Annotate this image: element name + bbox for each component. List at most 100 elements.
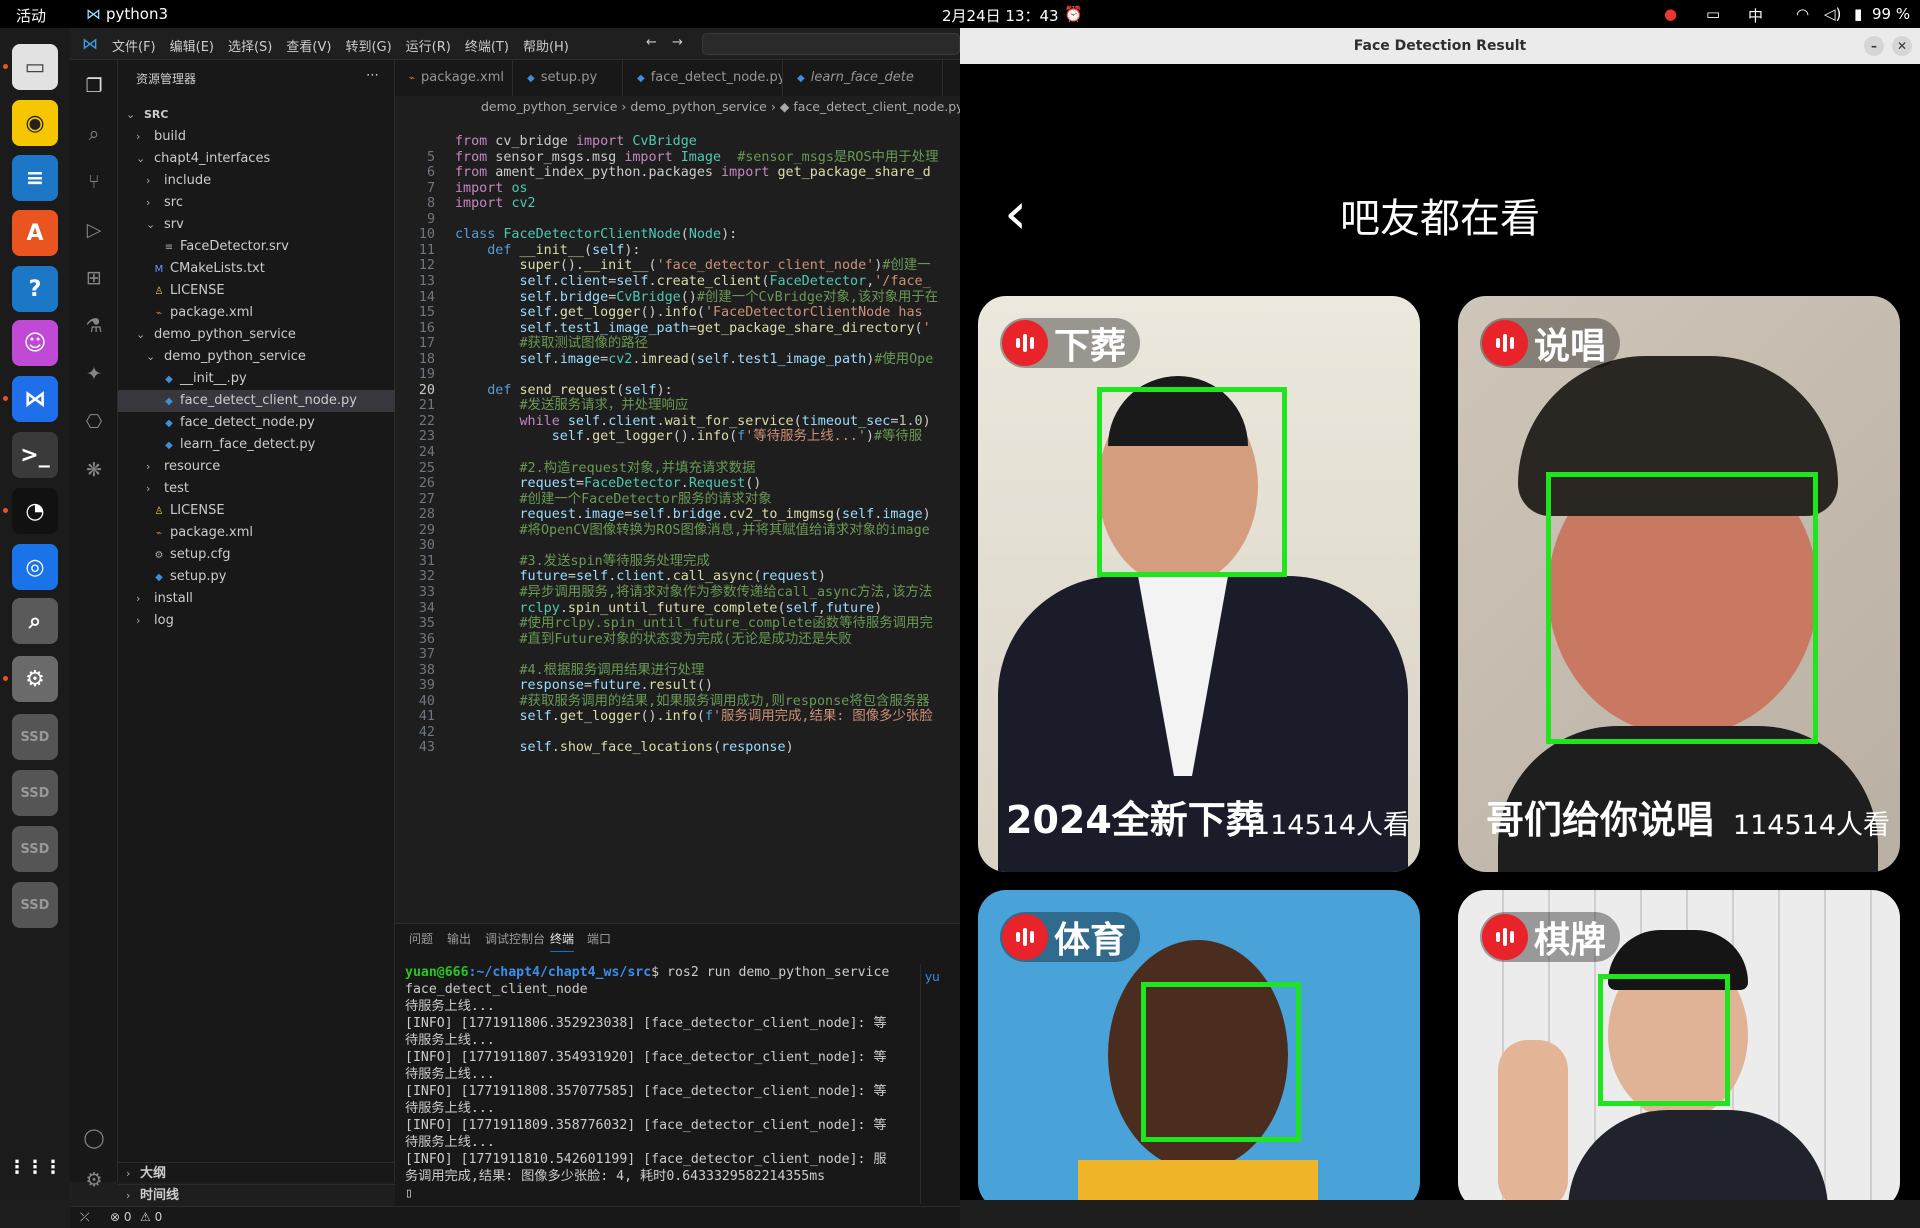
dock-ssd-3-icon[interactable]: SSD	[12, 826, 58, 872]
tree-folder[interactable]: › include	[118, 170, 395, 192]
record-icon[interactable]: ●	[1664, 5, 1677, 23]
dock-terminal-icon[interactable]: >_	[12, 432, 58, 478]
close-icon[interactable]: ✕	[1892, 36, 1912, 56]
search-icon[interactable]: ⌕	[82, 122, 106, 146]
remote-icon[interactable]: ⤫	[80, 1210, 90, 1225]
tree-item-label: chapt4_interfaces	[154, 151, 271, 166]
tree-folder[interactable]: › resource	[118, 456, 395, 478]
menu-item[interactable]: 帮助(H)	[523, 36, 569, 55]
tree-item-label: src	[164, 195, 183, 210]
tree-folder[interactable]: › install	[118, 588, 395, 610]
dock-files-icon[interactable]: ▭	[12, 44, 58, 90]
wifi-icon[interactable]: ◠	[1796, 5, 1809, 23]
terminal-side-list[interactable]: yu	[920, 964, 960, 1204]
testing-icon[interactable]: ⚗	[82, 314, 106, 338]
tree-folder[interactable]: › test	[118, 478, 395, 500]
tree-file[interactable]: ♙ LICENSE	[118, 280, 395, 302]
tree-item-label: FaceDetector.srv	[180, 239, 289, 254]
menu-item[interactable]: 查看(V)	[286, 36, 331, 55]
menu-item[interactable]: 文件(F)	[112, 36, 156, 55]
editor-tab[interactable]: ◆ setup.py	[513, 60, 623, 96]
video-card: 棋牌	[1458, 890, 1900, 1200]
menu-item[interactable]: 选择(S)	[228, 36, 272, 55]
warning-count[interactable]: ⚠ 0	[140, 1210, 162, 1224]
panel-tab[interactable]: 终端	[550, 930, 575, 952]
explorer-icon[interactable]: ❐	[82, 74, 106, 98]
tree-file[interactable]: ◆ face_detect_node.py	[118, 412, 395, 434]
run-debug-icon[interactable]: ▷	[82, 218, 106, 242]
menu-item[interactable]: 终端(T)	[465, 36, 509, 55]
tree-file[interactable]: ♙ LICENSE	[118, 500, 395, 522]
activities-button[interactable]: 活动	[16, 5, 46, 26]
breadcrumb[interactable]: demo_python_service › demo_python_servic…	[395, 96, 960, 118]
panel-tab[interactable]: 调试控制台	[485, 930, 545, 947]
tree-file[interactable]: ◆ face_detect_client_node.py	[118, 390, 395, 412]
tree-file[interactable]: ⌁ package.xml	[118, 302, 395, 324]
tree-file[interactable]: ◆ __init__.py	[118, 368, 395, 390]
source-control-icon[interactable]: ⑂	[82, 170, 106, 194]
menu-item[interactable]: 运行(R)	[406, 36, 451, 55]
timeline-section[interactable]: › 时间线	[118, 1184, 395, 1206]
dock-image-viewer-icon[interactable]: ⌕	[12, 598, 58, 644]
tree-folder[interactable]: ⌄ chapt4_interfaces	[118, 148, 395, 170]
tree-file[interactable]: ⌁ package.xml	[118, 522, 395, 544]
dock-help-icon[interactable]: ?	[12, 266, 58, 312]
tree-file[interactable]: ◆ setup.py	[118, 566, 395, 588]
keyboard-icon[interactable]: ▭	[1706, 5, 1720, 23]
dock-ssd-2-icon[interactable]: SSD	[12, 770, 58, 816]
minimize-icon[interactable]: –	[1864, 36, 1884, 56]
tree-folder[interactable]: › build	[118, 126, 395, 148]
dock-ssd-1-icon[interactable]: SSD	[12, 714, 58, 760]
tree-file[interactable]: M CMakeLists.txt	[118, 258, 395, 280]
command-center-search[interactable]	[702, 33, 960, 55]
input-method[interactable]: 中	[1748, 5, 1763, 26]
tree-folder[interactable]: ⌄ demo_python_service	[118, 324, 395, 346]
tree-folder[interactable]: › log	[118, 610, 395, 632]
editor-tab[interactable]: ⌁ package.xml	[395, 60, 513, 96]
dock-rhythmbox-icon[interactable]: ◉	[12, 100, 58, 146]
dock-cat-app-icon[interactable]: ☺	[12, 320, 58, 366]
dock-chrome-icon[interactable]: ◎	[12, 544, 58, 590]
tree-folder[interactable]: › src	[118, 192, 395, 214]
clock[interactable]: 2月24日 13：43	[942, 5, 1059, 26]
code-editor[interactable]: from cv_bridge import CvBridge 5 from sens…	[395, 118, 960, 908]
editor-tab[interactable]: ◆ learn_face_dete	[783, 60, 943, 96]
volume-icon[interactable]: ◁)	[1824, 5, 1841, 23]
terminal[interactable]: yuan@666:~/chapt4/chapt4_ws/src$ ros2 ru…	[405, 964, 905, 1202]
battery-icon[interactable]: ▮	[1854, 5, 1862, 23]
tree-file[interactable]: ◆ learn_face_detect.py	[118, 434, 395, 456]
show-apps-grid-icon[interactable]: ⋮⋮⋮	[8, 1144, 62, 1190]
dock-settings-icon[interactable]: ⚙	[12, 656, 58, 702]
manage-gear-icon[interactable]: ⚙	[82, 1168, 106, 1192]
outline-section[interactable]: › 大纲	[118, 1162, 395, 1184]
dock-app-center-icon[interactable]: A	[12, 210, 58, 256]
tree-folder[interactable]: ⌄ demo_python_service	[118, 346, 395, 368]
dock-qq-icon[interactable]: ◔	[12, 488, 58, 534]
panel-tab[interactable]: 问题	[409, 930, 433, 947]
panel-tab[interactable]: 端口	[587, 930, 611, 947]
extensions-icon[interactable]: ⊞	[82, 266, 106, 290]
tree-file[interactable]: ⚙ setup.cfg	[118, 544, 395, 566]
menu-item[interactable]: 转到(G)	[345, 36, 391, 55]
more-actions-icon[interactable]: ⋯	[366, 68, 379, 83]
tree-item-label: srv	[164, 217, 184, 232]
tree-file[interactable]: ≡ FaceDetector.srv	[118, 236, 395, 258]
python-icon[interactable]: ⎔	[82, 410, 106, 434]
window-title-bar[interactable]: Face Detection Result – ✕	[960, 28, 1920, 64]
dock-writer-icon[interactable]: ≡	[12, 155, 58, 201]
chatgpt-icon[interactable]: ❋	[82, 458, 106, 482]
error-count[interactable]: ⊗ 0	[110, 1210, 132, 1224]
editor-tab[interactable]: ◆ face_detect_node.py	[623, 60, 783, 96]
account-icon[interactable]: ◯	[82, 1126, 106, 1150]
back-arrow-icon[interactable]: ←	[646, 35, 657, 50]
menu-item[interactable]: 编辑(E)	[170, 36, 214, 55]
tree-folder[interactable]: ⌄ srv	[118, 214, 395, 236]
dock-vscode-icon[interactable]: ⋈	[12, 376, 58, 422]
panel-tab[interactable]: 输出	[447, 930, 471, 947]
tree-folder[interactable]: ⌄ SRC	[118, 104, 395, 126]
focused-app-name[interactable]: python3	[106, 5, 168, 23]
dock-ssd-4-icon[interactable]: SSD	[12, 882, 58, 928]
forward-arrow-icon[interactable]: →	[672, 35, 683, 50]
tree-item-label: CMakeLists.txt	[170, 261, 265, 276]
copilot-icon[interactable]: ✦	[82, 362, 106, 386]
